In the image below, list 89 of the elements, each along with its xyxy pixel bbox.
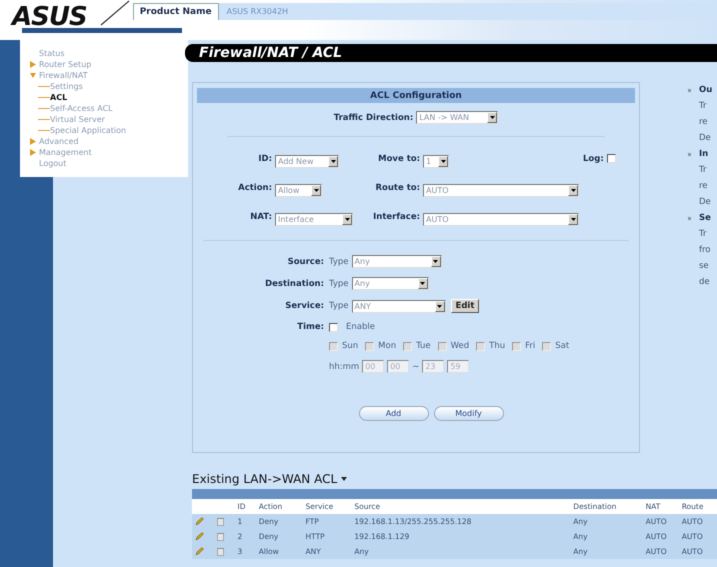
help-heading: Se xyxy=(699,213,711,223)
time-format-label: hh:mm xyxy=(329,362,360,372)
add-button[interactable]: Add xyxy=(358,406,428,421)
trash-icon[interactable] xyxy=(216,547,226,556)
dropdown[interactable]: ANY xyxy=(352,300,446,312)
field-label: Interface: xyxy=(372,212,420,222)
dropdown[interactable]: Any xyxy=(352,277,429,290)
day-label: Mon xyxy=(378,341,396,351)
day-label: Sat xyxy=(555,341,570,351)
dash-icon xyxy=(38,97,50,98)
day-label: Sun xyxy=(342,341,358,351)
help-text: re xyxy=(698,116,709,129)
type-label: Type xyxy=(329,256,349,266)
product-name-label: Product Name xyxy=(132,3,219,20)
section-title: Existing LAN->WAN ACL xyxy=(192,472,338,486)
sidebar-item[interactable]: Virtual Server xyxy=(50,115,105,124)
sidebar-item[interactable]: Management xyxy=(39,148,92,157)
dropdown[interactable]: 1 xyxy=(423,155,449,168)
edit-button[interactable]: Edit xyxy=(450,299,480,313)
product-name: ASUS RX3042H xyxy=(226,7,288,16)
time-input: 23 xyxy=(422,360,444,373)
help-text: De xyxy=(698,132,712,145)
field-label: NAT: xyxy=(249,212,272,222)
caret-right-icon[interactable] xyxy=(30,149,36,156)
help-heading: Ou xyxy=(699,85,712,95)
help-text: Tr xyxy=(698,100,708,113)
type-label: Type xyxy=(329,301,349,311)
field-label: Move to: xyxy=(377,154,420,164)
sidebar-item[interactable]: Logout xyxy=(39,159,66,168)
bullet-icon xyxy=(688,88,691,92)
sidebar-item[interactable]: Status xyxy=(39,49,64,58)
dropdown[interactable]: AUTO xyxy=(423,184,579,197)
dash-icon xyxy=(38,108,50,109)
help-text: se xyxy=(698,260,710,273)
trash-icon[interactable] xyxy=(216,517,226,526)
time-input: 00 xyxy=(362,360,384,373)
dash-icon xyxy=(38,130,50,131)
field-label: Source: xyxy=(286,256,324,266)
trash-icon[interactable] xyxy=(216,532,226,541)
dropdown[interactable]: Add New xyxy=(275,155,339,168)
caret-down-icon[interactable] xyxy=(341,477,348,481)
help-text: De xyxy=(698,196,712,209)
field-label: Time: xyxy=(296,322,324,332)
help-text: de xyxy=(698,276,711,289)
day-label: Fri xyxy=(525,341,536,351)
field-label: Destination: xyxy=(264,278,324,288)
dropdown[interactable]: Allow xyxy=(275,184,322,197)
sidebar-item[interactable]: Firewall/NAT xyxy=(39,71,88,80)
help-text: Tr xyxy=(698,164,708,177)
sidebar-item[interactable]: Self-Access ACL xyxy=(50,104,113,113)
log-checkbox[interactable] xyxy=(606,154,616,163)
logo: ASUS xyxy=(12,2,87,32)
modify-button[interactable]: Modify xyxy=(434,406,504,421)
range-separator: ~ xyxy=(412,362,420,372)
page-title: Firewall/NAT / ACL xyxy=(199,45,342,61)
field-label: ID: xyxy=(257,154,272,164)
time-input: 59 xyxy=(447,360,470,373)
bullet-icon xyxy=(688,216,691,220)
caret-right-icon[interactable] xyxy=(30,138,36,145)
dropdown[interactable]: AUTO xyxy=(423,213,579,226)
sidebar-item[interactable]: Router Setup xyxy=(39,60,92,69)
sidebar-item[interactable]: ACL xyxy=(50,93,68,102)
day-label: Tue xyxy=(416,341,431,351)
sidebar-item[interactable]: Special Application xyxy=(50,126,126,135)
help-text: fro xyxy=(698,244,712,257)
type-label: Type xyxy=(329,278,349,288)
help-text: Tr xyxy=(698,228,708,241)
dropdown[interactable]: LAN -> WAN xyxy=(416,111,498,124)
field-label: Log: xyxy=(583,154,604,164)
day-label: Wed xyxy=(450,341,470,351)
sidebar-item[interactable]: Settings xyxy=(50,82,83,91)
panel-header: ACL Configuration xyxy=(197,88,635,103)
bullet-icon xyxy=(688,152,691,156)
help-text: re xyxy=(698,180,709,193)
dropdown[interactable]: Any xyxy=(352,255,442,268)
caret-right-icon[interactable] xyxy=(30,61,36,68)
enable-checkbox[interactable] xyxy=(329,322,338,332)
day-label: Thu xyxy=(489,341,506,351)
dash-icon xyxy=(38,86,50,87)
field-label: Route to: xyxy=(374,182,420,192)
time-input: 00 xyxy=(387,360,410,373)
field-label: Service: xyxy=(284,301,324,311)
field-label: Action: xyxy=(237,182,272,192)
help-heading: In xyxy=(699,149,708,159)
dash-icon xyxy=(38,119,50,120)
dropdown[interactable]: Interface xyxy=(275,213,353,226)
checkbox-label: Enable xyxy=(346,322,375,332)
sidebar-item[interactable]: Advanced xyxy=(39,137,79,146)
field-label: Traffic Direction: xyxy=(334,112,414,122)
